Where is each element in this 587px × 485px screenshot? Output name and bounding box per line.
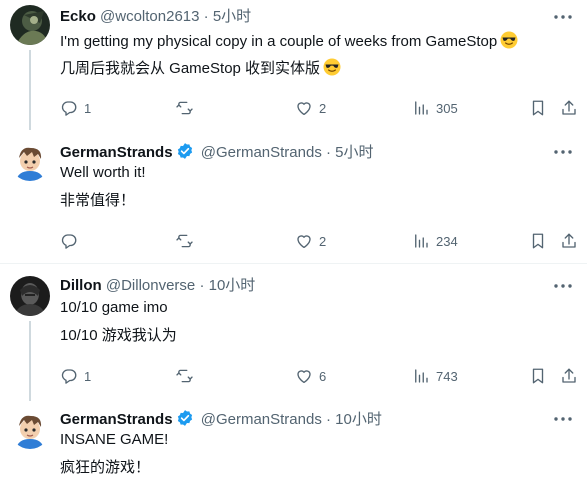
thread-line: [29, 50, 31, 130]
views-chart-icon: [412, 367, 430, 385]
handle[interactable]: @Dillonverse: [106, 277, 195, 294]
like-button[interactable]: 6: [295, 366, 326, 386]
more-options-icon[interactable]: [553, 409, 573, 429]
repost-icon: [175, 232, 194, 250]
more-options-icon[interactable]: [553, 142, 573, 162]
views-chart-icon: [412, 232, 430, 250]
view-count: 305: [436, 100, 458, 116]
reply-icon: [60, 99, 78, 117]
post-text: 10/10 game imo: [60, 299, 168, 316]
reply-count: 1: [84, 368, 92, 384]
like-count: 2: [319, 100, 327, 116]
view-count: 743: [436, 368, 458, 384]
avatar[interactable]: [10, 5, 50, 45]
post-text-content: I'm getting my physical copy in a couple…: [60, 33, 498, 50]
avatar[interactable]: [10, 409, 50, 449]
separator: ·: [203, 8, 209, 25]
handle[interactable]: @wcolton2613: [100, 8, 199, 25]
reply-button[interactable]: 1: [60, 366, 91, 386]
translated-text: 非常值得！: [60, 192, 136, 209]
smiling-face-with-sunglasses-icon: [323, 58, 341, 82]
view-count: 234: [436, 233, 458, 249]
separator: ·: [326, 144, 331, 161]
more-options-icon[interactable]: [553, 276, 573, 296]
repost-button[interactable]: [175, 98, 200, 118]
display-name[interactable]: GermanStrands: [60, 144, 173, 161]
post-header: Dillon @Dillonverse · 10小时: [60, 276, 255, 296]
heart-icon: [295, 367, 313, 385]
handle[interactable]: @GermanStrands: [201, 411, 322, 428]
like-button[interactable]: 2: [295, 231, 326, 251]
separator: ·: [199, 277, 205, 294]
verified-badge-icon[interactable]: [176, 409, 194, 433]
repost-button[interactable]: [175, 366, 200, 386]
share-icon: [560, 367, 578, 385]
bookmark-icon: [529, 232, 547, 250]
action-bar: 1 6 743: [60, 366, 580, 386]
verified-badge-icon[interactable]: [176, 142, 194, 166]
bookmark-button[interactable]: [529, 231, 547, 251]
post-dillon[interactable]: Dillon @Dillonverse · 10小时 10/10 game im…: [0, 264, 587, 401]
timestamp[interactable]: 5小时: [335, 144, 373, 161]
share-icon: [560, 99, 578, 117]
views-chart-icon: [412, 99, 430, 117]
post-germanstrands-2[interactable]: GermanStrands @GermanStrands · 10小时 INSA…: [0, 398, 587, 485]
timestamp[interactable]: 10小时: [209, 277, 256, 294]
smiling-face-with-sunglasses-icon: [500, 31, 518, 55]
post-header: Ecko @wcolton2613 · 5小时: [60, 7, 251, 27]
repost-button[interactable]: [175, 231, 200, 251]
share-button[interactable]: [560, 231, 578, 251]
thread-line: [29, 321, 31, 401]
bookmark-button[interactable]: [529, 98, 547, 118]
reply-icon: [60, 367, 78, 385]
views-button[interactable]: 743: [412, 366, 458, 386]
post-ecko[interactable]: Ecko @wcolton2613 · 5小时 I'm getting my p…: [0, 0, 587, 130]
like-count: 6: [319, 368, 327, 384]
reply-count: 1: [84, 100, 92, 116]
translated-text: 几周后我就会从 GameStop 收到实体版: [60, 58, 341, 82]
display-name[interactable]: Dillon: [60, 277, 102, 294]
avatar[interactable]: [10, 141, 50, 181]
timestamp[interactable]: 5小时: [213, 8, 251, 25]
action-bar: 1 2 305: [60, 98, 580, 118]
repost-icon: [175, 99, 194, 117]
share-button[interactable]: [560, 366, 578, 386]
display-name[interactable]: Ecko: [60, 8, 96, 25]
post-germanstrands[interactable]: GermanStrands @GermanStrands · 5小时 Well …: [0, 127, 587, 264]
post-text: Well worth it!: [60, 164, 146, 181]
more-options-icon[interactable]: [553, 7, 573, 27]
reply-button[interactable]: [60, 231, 84, 251]
post-text: INSANE GAME!: [60, 431, 169, 448]
bookmark-icon: [529, 367, 547, 385]
views-button[interactable]: 305: [412, 98, 458, 118]
reply-button[interactable]: 1: [60, 98, 91, 118]
share-button[interactable]: [560, 98, 578, 118]
avatar[interactable]: [10, 276, 50, 316]
reply-icon: [60, 232, 78, 250]
share-icon: [560, 232, 578, 250]
translated-text: 10/10 游戏我认为: [60, 327, 177, 344]
handle[interactable]: @GermanStrands: [201, 144, 322, 161]
bookmark-icon: [529, 99, 547, 117]
post-text: I'm getting my physical copy in a couple…: [60, 31, 518, 55]
action-bar: 2 234: [60, 231, 580, 251]
bookmark-button[interactable]: [529, 366, 547, 386]
like-count: 2: [319, 233, 327, 249]
repost-icon: [175, 367, 194, 385]
views-button[interactable]: 234: [412, 231, 458, 251]
translated-text-content: 几周后我就会从 GameStop 收到实体版: [60, 60, 321, 77]
timestamp[interactable]: 10小时: [335, 411, 382, 428]
like-button[interactable]: 2: [295, 98, 326, 118]
separator: ·: [326, 411, 331, 428]
heart-icon: [295, 99, 313, 117]
display-name[interactable]: GermanStrands: [60, 411, 173, 428]
heart-icon: [295, 232, 313, 250]
translated-text: 疯狂的游戏！: [60, 459, 151, 476]
